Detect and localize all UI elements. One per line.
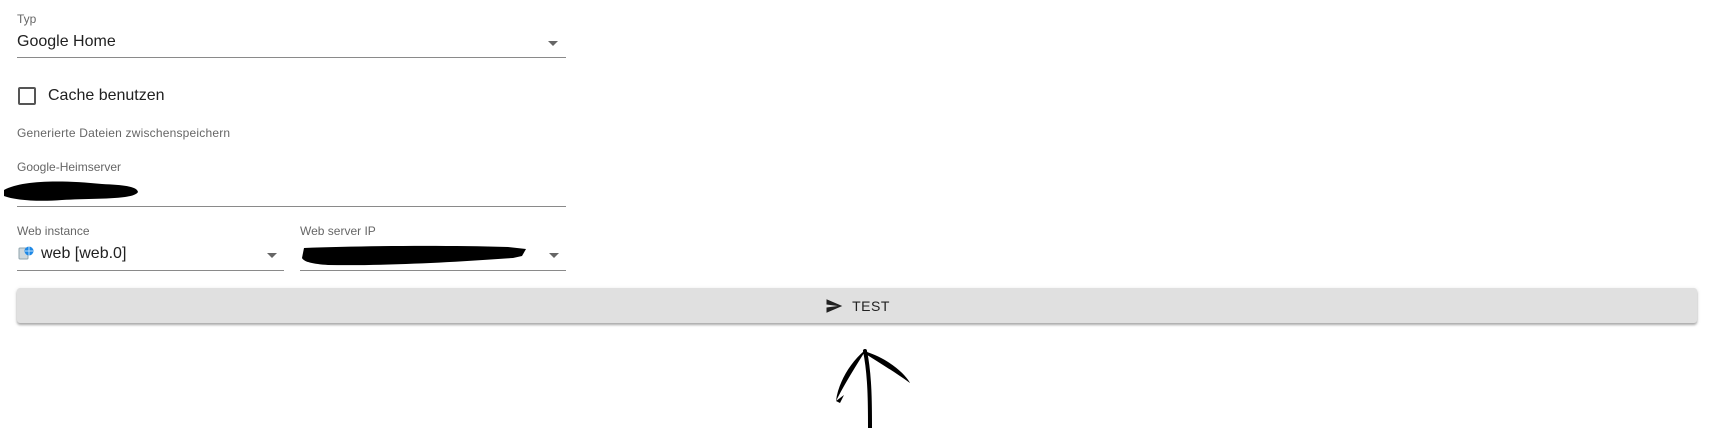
send-icon <box>824 297 844 315</box>
web-instance-chevron-down-icon[interactable] <box>267 253 277 258</box>
cache-checkbox[interactable] <box>18 87 36 105</box>
web-adapter-icon <box>18 245 34 261</box>
type-field-label: Typ <box>17 12 37 26</box>
test-button-label: TEST <box>852 297 890 314</box>
web-server-ip-underline <box>300 270 566 271</box>
web-server-ip-chevron-down-icon[interactable] <box>549 253 559 258</box>
server-field-underline <box>17 206 566 207</box>
type-select-underline <box>17 57 566 58</box>
hand-drawn-arrow-annotation <box>830 345 915 430</box>
web-instance-label: Web instance <box>17 224 90 238</box>
web-server-ip-label: Web server IP <box>300 224 376 238</box>
web-instance-select-value[interactable]: web [web.0] <box>41 245 126 263</box>
cache-hint-text: Generierte Dateien zwischenspeichern <box>17 126 231 140</box>
web-instance-underline <box>17 270 284 271</box>
type-select-value[interactable]: Google Home <box>17 33 116 51</box>
server-field-redacted-value[interactable] <box>2 176 142 202</box>
cache-checkbox-label[interactable]: Cache benutzen <box>48 87 165 105</box>
web-server-ip-redacted-value[interactable] <box>298 244 528 268</box>
test-button[interactable]: TEST <box>17 288 1697 323</box>
type-select-chevron-down-icon[interactable] <box>548 41 558 46</box>
server-field-label: Google-Heimserver <box>17 160 122 174</box>
